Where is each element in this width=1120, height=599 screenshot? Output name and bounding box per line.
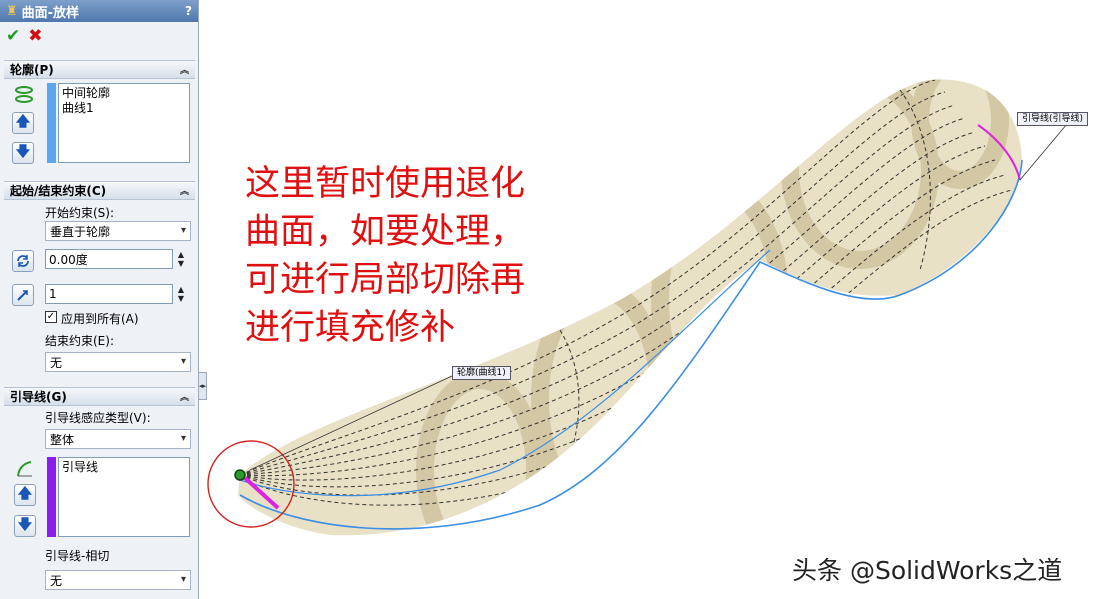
note-line: 曲面，如要处理， [245,212,526,252]
guide-callout-leader [1019,123,1068,181]
note-line: 可进行局部切除再 [245,260,526,300]
note-line: 进行填充修补 [245,308,456,348]
guide-callout[interactable]: 引导线(引导线) [1017,112,1089,126]
watermark: 头条 @SolidWorks之道 [792,556,1063,585]
note-line: 这里暂时使用退化 [245,164,526,204]
loft-surface-preview[interactable] [0,0,1120,599]
profile-callout[interactable]: 轮廓(曲线1) [452,366,511,380]
annotation-note: 这里暂时使用退化 曲面，如要处理， 可进行局部切除再 进行填充修补 [245,160,525,352]
